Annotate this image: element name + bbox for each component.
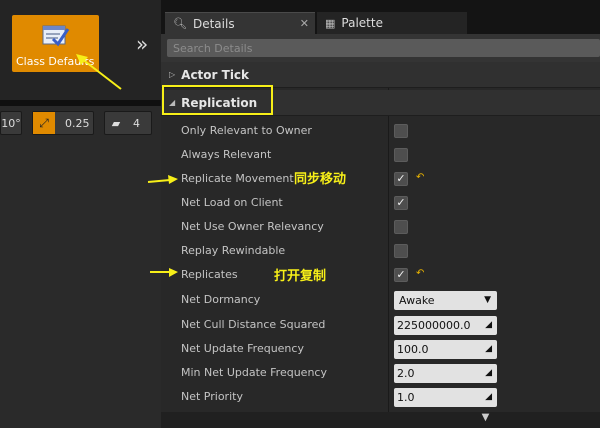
net-update-frequency-field[interactable]: 100.0 ◢ <box>394 340 497 359</box>
field-value: 225000000.0 <box>397 319 471 332</box>
property-label: Replicates <box>181 268 238 281</box>
property-label: Min Net Update Frequency <box>181 366 327 379</box>
property-label: Net Priority <box>181 390 243 403</box>
tab-palette-label: Palette <box>341 16 383 30</box>
camera-speed-value: 4 <box>133 116 140 130</box>
field-value: 2.0 <box>397 367 415 380</box>
net-use-owner-relevancy-checkbox[interactable] <box>394 220 408 234</box>
toolbar-expand-chevron-icon[interactable]: » <box>136 32 149 56</box>
net-priority-field[interactable]: 1.0 ◢ <box>394 388 497 407</box>
class-defaults-button[interactable]: Class Defaults <box>12 15 99 72</box>
property-row-net-load-on-client: Net Load on Client ✓ <box>161 191 600 215</box>
viewport-area <box>0 140 161 428</box>
scale-snap-icon: ⤢ <box>33 112 55 134</box>
field-value: 1.0 <box>397 391 415 404</box>
property-row-min-net-update-frequency: Min Net Update Frequency 2.0 ◢ <box>161 361 600 385</box>
close-icon[interactable]: ✕ <box>300 17 309 30</box>
magnifier-icon: 🔍︎ <box>173 17 187 30</box>
viewport-toolbar: 10° ⤢ 0.25 ▰ 4 <box>0 106 161 140</box>
reset-to-default-icon[interactable]: ↶ <box>416 172 424 183</box>
category-label: Actor Tick <box>181 67 250 82</box>
property-label: Net Update Frequency <box>181 342 304 355</box>
scale-snap-value: 0.25 <box>65 116 90 130</box>
advanced-expander[interactable]: ▼ <box>161 412 600 428</box>
annotation-replicate-movement: 同步移动 <box>294 172 347 187</box>
property-label: Replicate Movement <box>181 172 294 185</box>
reset-to-default-icon[interactable]: ↶ <box>416 268 424 279</box>
field-value: 100.0 <box>397 343 429 356</box>
drag-resize-icon: ◢ <box>485 344 492 354</box>
property-row-replay-rewindable: Replay Rewindable <box>161 239 600 263</box>
min-net-update-frequency-field[interactable]: 2.0 ◢ <box>394 364 497 383</box>
property-label: Only Relevant to Owner <box>181 124 312 137</box>
property-label: Net Cull Distance Squared <box>181 318 326 331</box>
scale-snap-button[interactable]: ⤢ 0.25 <box>32 111 94 135</box>
rotation-snap-value: 10° <box>1 116 21 130</box>
property-row-only-relevant-to-owner: Only Relevant to Owner <box>161 119 600 143</box>
tab-palette[interactable]: ▦ Palette <box>317 12 467 34</box>
tab-details-label: Details <box>192 16 235 31</box>
property-label: Always Relevant <box>181 148 272 161</box>
net-load-on-client-checkbox[interactable]: ✓ <box>394 196 408 210</box>
search-bar <box>161 34 600 62</box>
expand-arrow-icon: ▷ <box>169 70 176 79</box>
camera-speed-icon: ▰ <box>111 116 121 130</box>
property-row-always-relevant: Always Relevant <box>161 143 600 167</box>
property-label: Replay Rewindable <box>181 244 286 257</box>
replay-rewindable-checkbox[interactable] <box>394 244 408 258</box>
grid-icon: ▦ <box>325 16 336 30</box>
class-defaults-icon <box>42 25 70 47</box>
property-row-net-dormancy: Net Dormancy Awake ▼ <box>161 288 600 312</box>
tab-details[interactable]: 🔍︎ Details ✕ <box>165 12 315 34</box>
always-relevant-checkbox[interactable] <box>394 148 408 162</box>
drag-resize-icon: ◢ <box>485 392 492 402</box>
net-cull-distance-squared-field[interactable]: 225000000.0 ◢ <box>394 316 497 335</box>
drag-resize-icon: ◢ <box>485 320 492 330</box>
panel-tab-bar: 🔍︎ Details ✕ ▦ Palette <box>161 0 600 34</box>
search-details-input[interactable] <box>167 39 600 57</box>
dropdown-value: Awake <box>399 294 435 307</box>
drag-resize-icon: ◢ <box>485 368 492 378</box>
net-dormancy-dropdown[interactable]: Awake ▼ <box>394 291 497 310</box>
left-toolbar-area: Class Defaults » <box>0 0 161 100</box>
expand-advanced-icon: ▼ <box>481 412 490 423</box>
dropdown-arrow-icon: ▼ <box>484 295 491 305</box>
property-row-replicates: Replicates ✓ ↶ <box>161 263 600 287</box>
property-label: Net Use Owner Relevancy <box>181 220 324 233</box>
property-label: Net Load on Client <box>181 196 283 209</box>
replicate-movement-checkbox[interactable]: ✓ <box>394 172 408 186</box>
replication-highlight-box <box>162 85 273 115</box>
class-defaults-label: Class Defaults <box>16 55 95 68</box>
property-row-net-cull-distance-squared: Net Cull Distance Squared 225000000.0 ◢ <box>161 313 600 337</box>
details-panel: ▷ Actor Tick ◢ Replication Only Relevant… <box>161 62 600 428</box>
property-row-net-update-frequency: Net Update Frequency 100.0 ◢ <box>161 337 600 361</box>
property-label: Net Dormancy <box>181 293 261 306</box>
annotation-replicates: 打开复制 <box>274 269 327 284</box>
property-row-replicate-movement: Replicate Movement ✓ ↶ <box>161 167 600 191</box>
replicates-checkbox[interactable]: ✓ <box>394 268 408 282</box>
camera-speed-button[interactable]: ▰ 4 <box>104 111 152 135</box>
property-row-net-priority: Net Priority 1.0 ◢ <box>161 385 600 409</box>
only-relevant-to-owner-checkbox[interactable] <box>394 124 408 138</box>
rotation-snap-button[interactable]: 10° <box>0 111 22 135</box>
property-row-net-use-owner-relevancy: Net Use Owner Relevancy <box>161 215 600 239</box>
